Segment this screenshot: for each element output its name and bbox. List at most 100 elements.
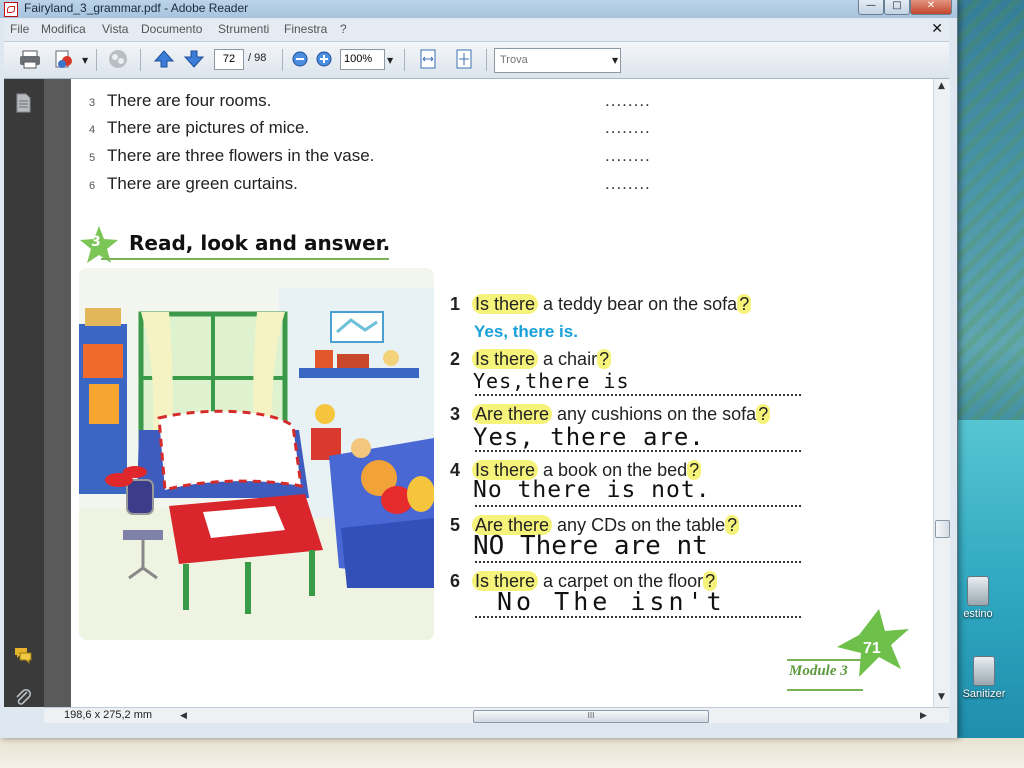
zoom-in-icon [316,51,332,67]
line-text: There are three flowers in the vase. [107,146,375,165]
scroll-right-arrow-icon[interactable]: ▶ [920,710,927,721]
question-3: 3 Are there any cushions on the sofa? [450,404,771,425]
close-window-button[interactable]: ✕ [910,0,952,15]
answer-blank: ........ [605,146,651,165]
menu-file[interactable]: File [10,22,29,36]
desktop-icon-sanitizer[interactable]: Sanitizer [956,656,1012,700]
handwritten-answer-6: No The isn't [497,587,726,616]
scroll-up-arrow-icon[interactable]: ▲ [938,81,945,91]
scroll-left-arrow-icon[interactable]: ◀ [180,710,187,721]
handwritten-answer-4: No there is not. [473,477,711,503]
fit-page-icon [456,49,472,69]
window-bottom-frame [0,723,957,738]
answer-blank: ........ [605,91,651,110]
previous-page-button[interactable] [152,48,176,70]
question-number: 2 [450,349,461,369]
print-button[interactable] [18,48,42,70]
zoom-level-input[interactable]: 100% [340,49,385,70]
toolbar-separator [282,49,283,71]
previous-exercise-line: 3 There are four rooms. ........ [89,91,650,111]
line-number: 6 [89,180,96,192]
window-title: Fairyland_3_grammar.pdf - Adobe Reader [24,1,249,15]
answer-dotted-line [475,614,801,618]
desktop-icon-recycle-bin[interactable]: estino [950,576,1006,620]
page-total: / 98 [248,52,267,64]
answer-dotted-line [475,392,801,396]
minimize-button[interactable]: — [858,0,884,15]
page-number: 71 [863,640,881,657]
toolbar: ▼ 72 / 98 100% ▼ ▼ [4,42,949,79]
toolbar-separator [486,49,487,71]
zoom-out-button[interactable] [288,48,312,70]
answer-blank: ........ [605,174,651,193]
highlighted-question-mark: ? [597,349,612,369]
answer-dotted-line [475,503,801,507]
fit-page-button[interactable] [452,48,476,70]
recycle-bin-icon [967,576,989,606]
toolbar-separator [140,49,141,71]
page-size-readout: 198,6 x 275,2 mm [64,709,153,721]
zoom-in-button[interactable] [312,48,336,70]
window-titlebar[interactable]: Fairyland_3_grammar.pdf - Adobe Reader —… [0,0,957,18]
hand-tool-button[interactable] [106,48,130,70]
sand-decoration [0,738,1024,768]
page-number-input[interactable]: 72 [214,49,244,70]
previous-exercise-line: 6 There are green curtains. ........ [89,174,650,194]
printer-icon [20,50,40,69]
handwritten-answer-5: NO There are nt [473,531,708,561]
line-text: There are green curtains. [107,174,298,193]
maximize-button[interactable]: □ [884,0,910,15]
share-document-icon [55,50,72,68]
find-dropdown-chevron-icon[interactable]: ▼ [612,56,618,65]
menu-vista[interactable]: Vista [102,22,128,36]
scroll-down-arrow-icon[interactable]: ▼ [938,692,945,702]
question-text: a teddy bear on the sofa [538,294,738,314]
question-number: 3 [450,404,461,424]
question-text: any cushions on the sofa [552,404,757,424]
previous-exercise-line: 4 There are pictures of mice. ........ [89,118,650,138]
highlighted-question-mark: ? [725,515,740,535]
question-number: 1 [450,294,461,314]
page-thumbnails-icon[interactable] [13,93,33,113]
fit-width-button[interactable] [416,48,440,70]
menu-documento[interactable]: Documento [141,22,202,36]
next-page-button[interactable] [182,48,206,70]
line-number: 4 [89,124,96,136]
line-number: 3 [89,97,96,109]
share-button[interactable] [52,48,76,70]
desktop-icon-label: estino [963,608,993,620]
highlighted-lead: Is there [472,349,539,369]
navigation-pane [4,79,44,707]
zoom-out-icon [292,51,308,67]
menu-finestra[interactable]: Finestra [284,22,327,36]
collaborate-icon [109,50,127,68]
toolbar-separator [404,49,405,71]
document-viewport[interactable]: 3 There are four rooms. ........ 4 There a… [44,79,933,707]
question-1: 1 Is there a teddy bear on the sofa? [450,294,752,315]
vertical-scrollbar[interactable]: ▲ ▼ [933,79,950,707]
answer-dotted-line [475,448,801,452]
comments-icon[interactable] [13,645,33,665]
find-input[interactable] [494,48,621,73]
answer-dotted-line [475,559,801,563]
sanitizer-bottle-icon [973,656,995,686]
handwritten-answer-2: Yes,there is [473,369,630,393]
answer-blank: ........ [605,118,651,137]
line-text: There are four rooms. [107,91,272,110]
menu-bar: File Modifica Vista Documento Strumenti … [4,19,949,42]
horizontal-scrollbar[interactable]: III [220,710,932,723]
fit-width-icon [420,49,436,69]
menu-modifica[interactable]: Modifica [41,22,86,36]
attachments-paperclip-icon[interactable] [13,687,33,707]
vertical-scroll-thumb[interactable] [935,520,950,538]
exercise-number: 3 [91,234,101,250]
zoom-dropdown-chevron-icon[interactable]: ▼ [387,56,393,65]
share-dropdown-chevron-icon[interactable]: ▼ [82,56,88,65]
example-answer: Yes, there is. [474,322,578,341]
close-document-icon[interactable]: ✕ [931,21,943,37]
horizontal-scroll-thumb[interactable]: III [473,710,709,723]
pdf-page: 3 There are four rooms. ........ 4 There a… [71,79,933,707]
menu-strumenti[interactable]: Strumenti [218,22,269,36]
menu-help[interactable]: ? [340,22,347,36]
pdf-app-icon [4,2,18,17]
